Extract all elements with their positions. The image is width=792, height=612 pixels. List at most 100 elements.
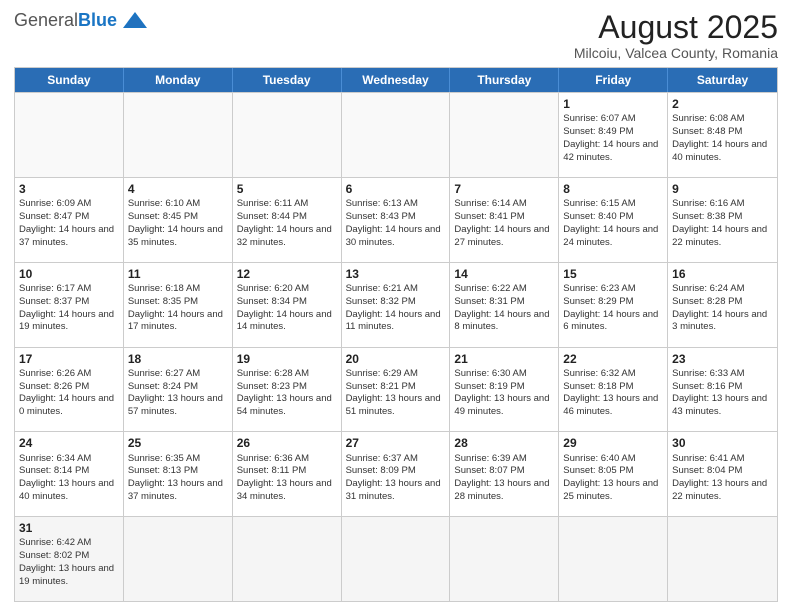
weekday-header-sunday: Sunday <box>15 68 124 92</box>
day-info: Sunrise: 6:09 AM Sunset: 8:47 PM Dayligh… <box>19 198 114 247</box>
calendar-cell: 25 Sunrise: 6:35 AM Sunset: 8:13 PM Dayli… <box>124 432 233 516</box>
day-number: 22 <box>563 351 663 367</box>
day-info: Sunrise: 6:24 AM Sunset: 8:28 PM Dayligh… <box>672 283 767 332</box>
day-info: Sunrise: 6:36 AM Sunset: 8:11 PM Dayligh… <box>237 453 332 502</box>
day-info: Sunrise: 6:16 AM Sunset: 8:38 PM Dayligh… <box>672 198 767 247</box>
day-number: 21 <box>454 351 554 367</box>
calendar-cell: 23Sunrise: 6:33 AM Sunset: 8:16 PM Dayli… <box>668 348 777 432</box>
day-number: 1 <box>563 96 663 112</box>
calendar-cell: 20Sunrise: 6:29 AM Sunset: 8:21 PM Dayli… <box>342 348 451 432</box>
calendar-row-5: 24 Sunrise: 6:34 AM Sunset: 8:14 PM Dayli… <box>15 431 777 516</box>
day-info: Sunrise: 6:18 AM Sunset: 8:35 PM Dayligh… <box>128 283 223 332</box>
calendar-cell: 12Sunrise: 6:20 AM Sunset: 8:34 PM Dayli… <box>233 263 342 347</box>
day-info: Sunrise: 6:10 AM Sunset: 8:45 PM Dayligh… <box>128 198 223 247</box>
calendar-cell: 30Sunrise: 6:41 AM Sunset: 8:04 PM Dayli… <box>668 432 777 516</box>
day-info: Sunrise: 6:08 AM Sunset: 8:48 PM Dayligh… <box>672 113 767 162</box>
calendar-cell: 3Sunrise: 6:09 AM Sunset: 8:47 PM Daylig… <box>15 178 124 262</box>
calendar-cell: 29Sunrise: 6:40 AM Sunset: 8:05 PM Dayli… <box>559 432 668 516</box>
calendar-cell: 19Sunrise: 6:28 AM Sunset: 8:23 PM Dayli… <box>233 348 342 432</box>
day-info: Sunrise: 6:26 AM Sunset: 8:26 PM Dayligh… <box>19 368 114 417</box>
calendar-cell <box>15 93 124 177</box>
day-info: Sunrise: 6:34 AM Sunset: 8:14 PM Dayligh… <box>19 453 114 502</box>
day-number: 17 <box>19 351 119 367</box>
day-info: Sunrise: 6:41 AM Sunset: 8:04 PM Dayligh… <box>672 453 767 502</box>
calendar-body: 1Sunrise: 6:07 AM Sunset: 8:49 PM Daylig… <box>15 92 777 601</box>
page-header: GeneralBlue August 2025 Milcoiu, Valcea … <box>14 10 778 61</box>
day-info: Sunrise: 6:07 AM Sunset: 8:49 PM Dayligh… <box>563 113 658 162</box>
calendar-cell: 26 Sunrise: 6:36 AM Sunset: 8:11 PM Dayli… <box>233 432 342 516</box>
calendar-subtitle: Milcoiu, Valcea County, Romania <box>574 45 778 61</box>
day-number: 4 <box>128 181 228 197</box>
day-info: Sunrise: 6:22 AM Sunset: 8:31 PM Dayligh… <box>454 283 549 332</box>
day-info: Sunrise: 6:23 AM Sunset: 8:29 PM Dayligh… <box>563 283 658 332</box>
calendar-cell: 6Sunrise: 6:13 AM Sunset: 8:43 PM Daylig… <box>342 178 451 262</box>
day-number: 3 <box>19 181 119 197</box>
calendar-row-4: 17Sunrise: 6:26 AM Sunset: 8:26 PM Dayli… <box>15 347 777 432</box>
calendar-row-2: 3Sunrise: 6:09 AM Sunset: 8:47 PM Daylig… <box>15 177 777 262</box>
day-info: Sunrise: 6:27 AM Sunset: 8:24 PM Dayligh… <box>128 368 223 417</box>
title-block: August 2025 Milcoiu, Valcea County, Roma… <box>574 10 778 61</box>
calendar-cell <box>233 93 342 177</box>
calendar-title: August 2025 <box>574 10 778 45</box>
weekday-header-saturday: Saturday <box>668 68 777 92</box>
calendar-cell: 10Sunrise: 6:17 AM Sunset: 8:37 PM Dayli… <box>15 263 124 347</box>
day-info: Sunrise: 6:21 AM Sunset: 8:32 PM Dayligh… <box>346 283 441 332</box>
logo-icon <box>121 10 149 30</box>
calendar-cell: 16Sunrise: 6:24 AM Sunset: 8:28 PM Dayli… <box>668 263 777 347</box>
calendar-cell: 27 Sunrise: 6:37 AM Sunset: 8:09 PM Dayli… <box>342 432 451 516</box>
calendar-cell <box>124 93 233 177</box>
day-info: Sunrise: 6:32 AM Sunset: 8:18 PM Dayligh… <box>563 368 658 417</box>
day-number: 19 <box>237 351 337 367</box>
logo-text: GeneralBlue <box>14 11 117 29</box>
day-number: 27 <box>346 435 446 451</box>
calendar-cell: 8Sunrise: 6:15 AM Sunset: 8:40 PM Daylig… <box>559 178 668 262</box>
calendar-cell: 1Sunrise: 6:07 AM Sunset: 8:49 PM Daylig… <box>559 93 668 177</box>
calendar-cell: 22Sunrise: 6:32 AM Sunset: 8:18 PM Dayli… <box>559 348 668 432</box>
calendar-cell: 13Sunrise: 6:21 AM Sunset: 8:32 PM Dayli… <box>342 263 451 347</box>
day-number: 20 <box>346 351 446 367</box>
day-number: 12 <box>237 266 337 282</box>
day-number: 16 <box>672 266 773 282</box>
day-number: 31 <box>19 520 119 536</box>
weekday-header-friday: Friday <box>559 68 668 92</box>
day-number: 25 <box>128 435 228 451</box>
day-number: 29 <box>563 435 663 451</box>
day-info: Sunrise: 6:17 AM Sunset: 8:37 PM Dayligh… <box>19 283 114 332</box>
calendar-cell: 11Sunrise: 6:18 AM Sunset: 8:35 PM Dayli… <box>124 263 233 347</box>
day-number: 26 <box>237 435 337 451</box>
day-number: 7 <box>454 181 554 197</box>
weekday-header-wednesday: Wednesday <box>342 68 451 92</box>
day-info: Sunrise: 6:35 AM Sunset: 8:13 PM Dayligh… <box>128 453 223 502</box>
day-info: Sunrise: 6:39 AM Sunset: 8:07 PM Dayligh… <box>454 453 549 502</box>
day-info: Sunrise: 6:15 AM Sunset: 8:40 PM Dayligh… <box>563 198 658 247</box>
day-info: Sunrise: 6:29 AM Sunset: 8:21 PM Dayligh… <box>346 368 441 417</box>
calendar-cell: 4Sunrise: 6:10 AM Sunset: 8:45 PM Daylig… <box>124 178 233 262</box>
calendar-cell: 21Sunrise: 6:30 AM Sunset: 8:19 PM Dayli… <box>450 348 559 432</box>
calendar-row-6: 31Sunrise: 6:42 AM Sunset: 8:02 PM Dayli… <box>15 516 777 601</box>
day-number: 14 <box>454 266 554 282</box>
calendar-header: SundayMondayTuesdayWednesdayThursdayFrid… <box>15 68 777 92</box>
day-info: Sunrise: 6:37 AM Sunset: 8:09 PM Dayligh… <box>346 453 441 502</box>
day-info: Sunrise: 6:11 AM Sunset: 8:44 PM Dayligh… <box>237 198 332 247</box>
day-number: 15 <box>563 266 663 282</box>
day-info: Sunrise: 6:42 AM Sunset: 8:02 PM Dayligh… <box>19 537 114 586</box>
calendar-cell <box>559 517 668 601</box>
calendar-cell: 2Sunrise: 6:08 AM Sunset: 8:48 PM Daylig… <box>668 93 777 177</box>
day-number: 28 <box>454 435 554 451</box>
logo: GeneralBlue <box>14 10 149 30</box>
day-info: Sunrise: 6:14 AM Sunset: 8:41 PM Dayligh… <box>454 198 549 247</box>
calendar-cell: 5Sunrise: 6:11 AM Sunset: 8:44 PM Daylig… <box>233 178 342 262</box>
day-number: 18 <box>128 351 228 367</box>
calendar-cell: 31Sunrise: 6:42 AM Sunset: 8:02 PM Dayli… <box>15 517 124 601</box>
calendar-cell: 24 Sunrise: 6:34 AM Sunset: 8:14 PM Dayli… <box>15 432 124 516</box>
calendar-cell: 9Sunrise: 6:16 AM Sunset: 8:38 PM Daylig… <box>668 178 777 262</box>
calendar-cell: 15Sunrise: 6:23 AM Sunset: 8:29 PM Dayli… <box>559 263 668 347</box>
day-number: 2 <box>672 96 773 112</box>
weekday-header-tuesday: Tuesday <box>233 68 342 92</box>
day-number: 24 <box>19 435 119 451</box>
day-number: 8 <box>563 181 663 197</box>
day-info: Sunrise: 6:30 AM Sunset: 8:19 PM Dayligh… <box>454 368 549 417</box>
calendar-cell: 14Sunrise: 6:22 AM Sunset: 8:31 PM Dayli… <box>450 263 559 347</box>
calendar-row-3: 10Sunrise: 6:17 AM Sunset: 8:37 PM Dayli… <box>15 262 777 347</box>
day-number: 10 <box>19 266 119 282</box>
